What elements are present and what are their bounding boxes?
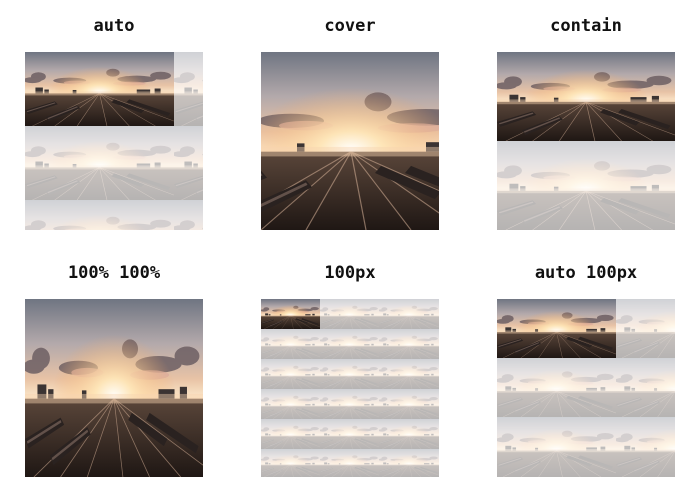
photo-tile	[261, 299, 320, 329]
photo-tile	[174, 200, 203, 230]
demo-frame	[497, 52, 675, 230]
photo-tile	[25, 126, 174, 200]
photo-tile	[261, 329, 320, 359]
photo-tile	[261, 389, 320, 419]
photo-tile	[320, 389, 379, 419]
photo-tile	[261, 52, 439, 230]
cell-label: contain	[550, 16, 622, 36]
photo-tile	[320, 419, 379, 449]
photo-tile	[616, 417, 675, 477]
demo-frame	[261, 52, 439, 230]
photo-tile	[25, 299, 203, 477]
photo-tile	[320, 329, 379, 359]
cell-label: auto	[93, 16, 135, 36]
photo-tile	[174, 52, 203, 126]
photo-tile	[174, 126, 203, 200]
cell-label: cover	[324, 16, 376, 36]
photo-tile	[261, 359, 320, 389]
photo-tile	[497, 358, 616, 417]
cell-label: 100% 100%	[67, 263, 161, 283]
photo-tile	[497, 52, 675, 141]
photo-tile	[379, 389, 439, 419]
photo-tile	[379, 329, 439, 359]
photo-tile	[261, 449, 320, 477]
photo-tile	[616, 358, 675, 417]
photo-tile	[497, 141, 675, 230]
demo-frame	[261, 299, 439, 477]
photo-tile	[379, 299, 439, 329]
photo-tile	[379, 449, 439, 477]
photo-tile	[25, 52, 174, 126]
demo-frame	[25, 299, 203, 477]
photo-tile	[25, 200, 174, 230]
photo-tile	[379, 419, 439, 449]
photo-tile	[616, 299, 675, 358]
photo-tile	[320, 449, 379, 477]
photo-tile	[379, 359, 439, 389]
photo-tile	[320, 299, 379, 329]
demo-frame	[497, 299, 675, 477]
photo-tile	[497, 299, 616, 358]
demo-frame	[25, 52, 203, 230]
photo-tile	[497, 417, 616, 477]
photo-tile	[261, 419, 320, 449]
cell-label: auto 100px	[534, 263, 638, 283]
photo-tile	[320, 359, 379, 389]
cell-label: 100px	[324, 263, 376, 283]
